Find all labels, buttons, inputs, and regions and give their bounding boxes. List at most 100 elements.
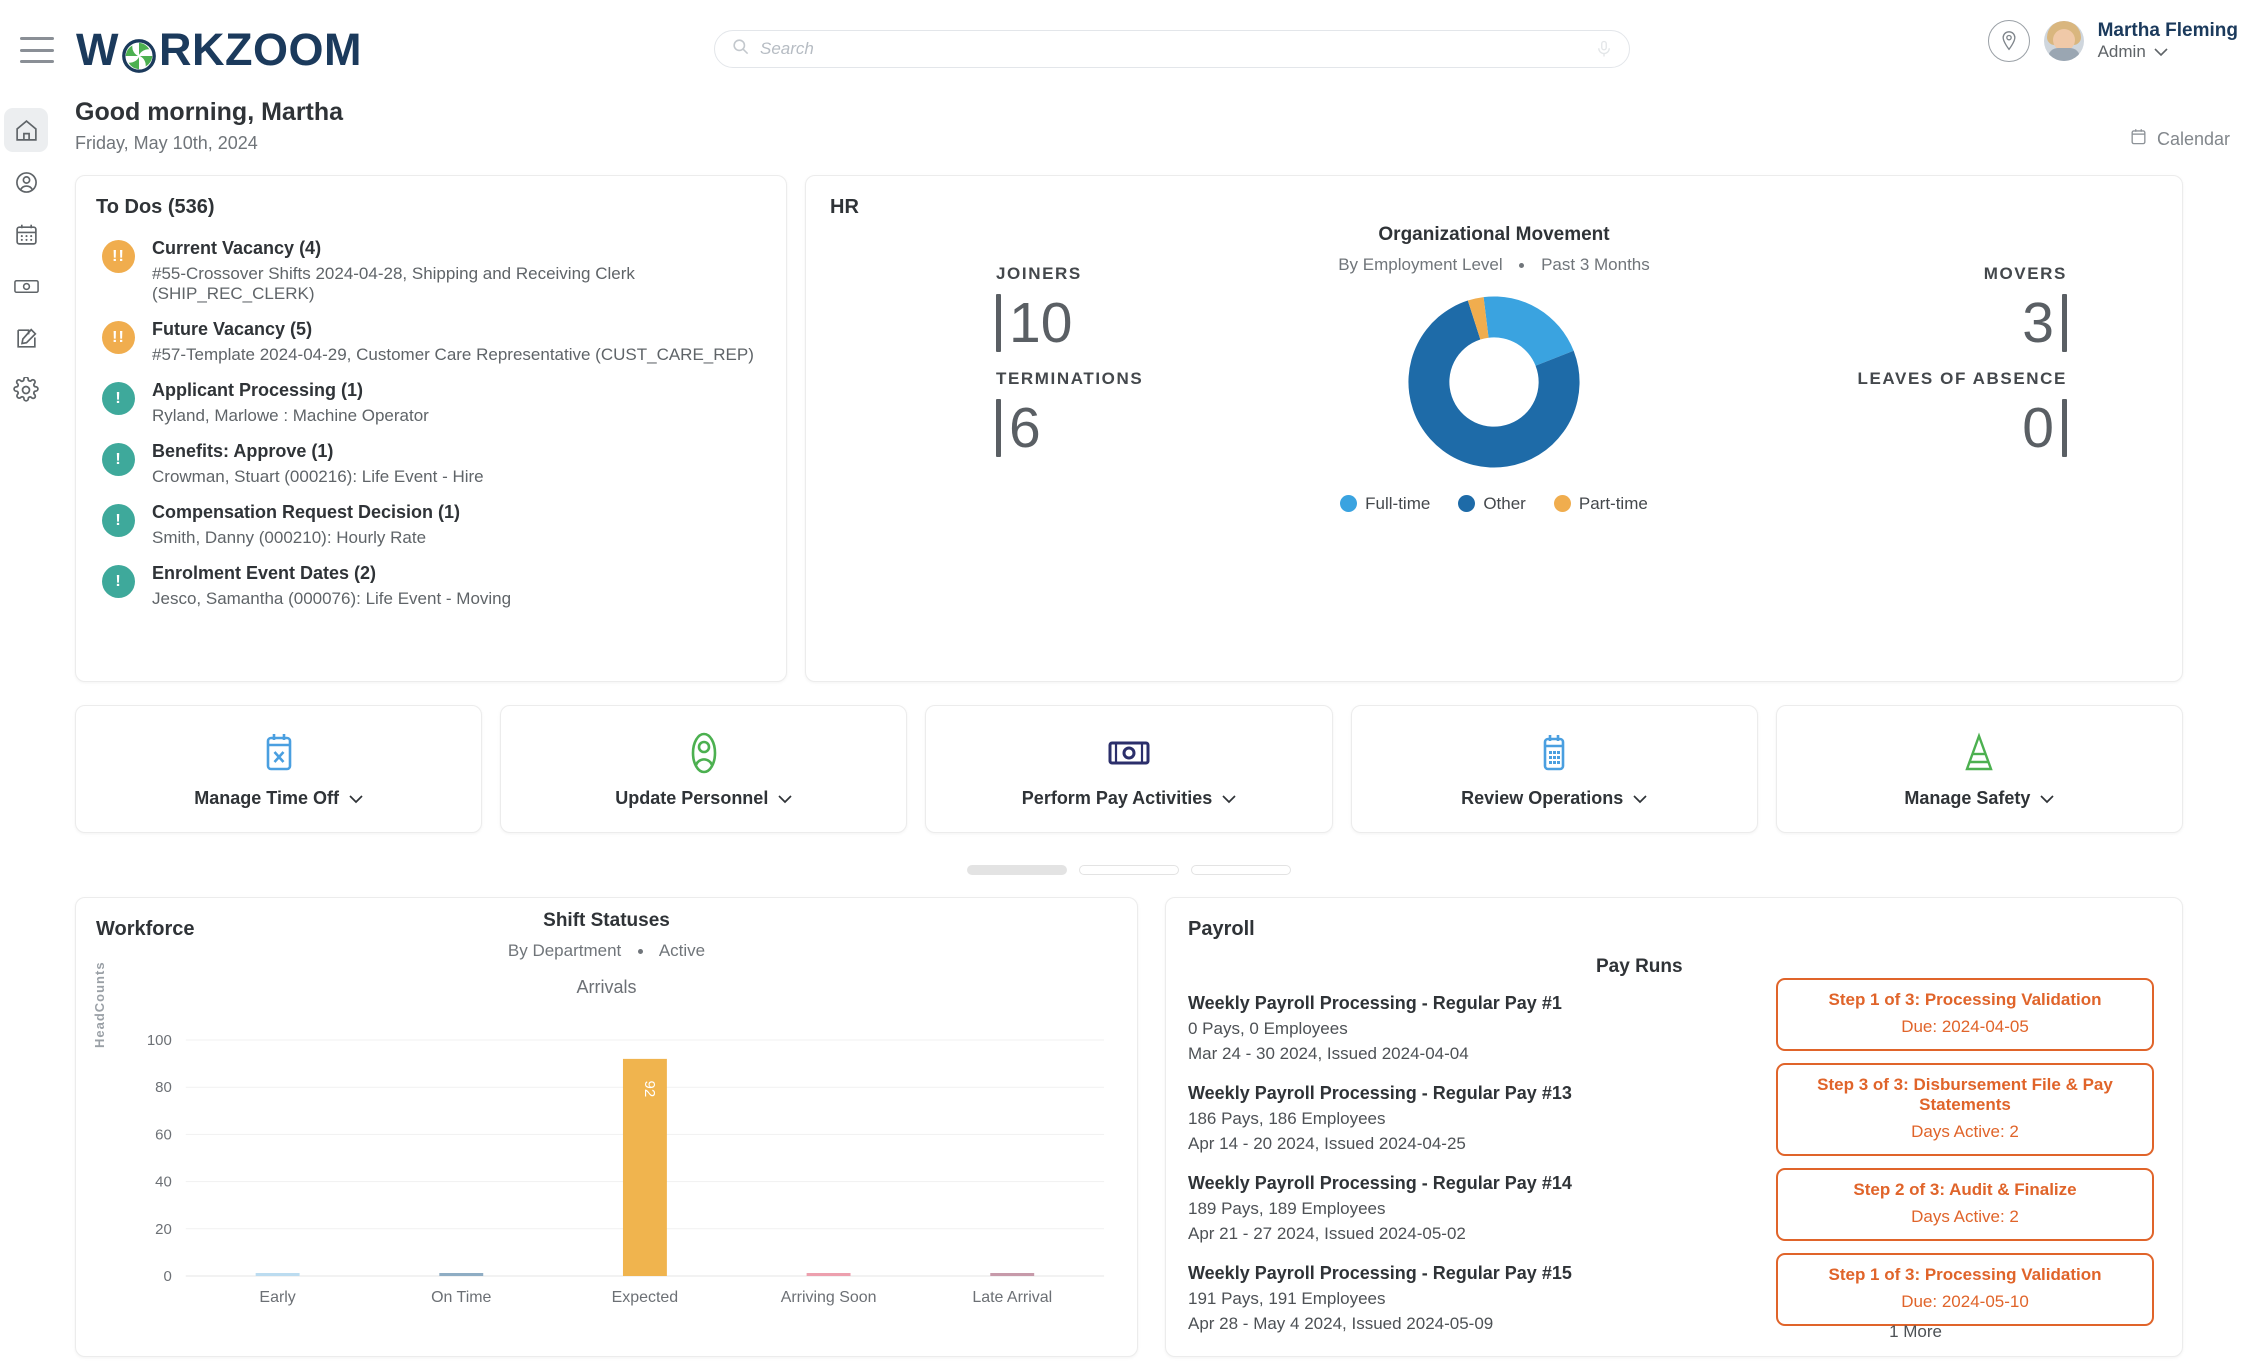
chart-subtitle-left: By Department xyxy=(507,941,622,960)
quick-action-review-operations[interactable]: Review Operations xyxy=(1350,705,1758,833)
bar-arriving-soon[interactable] xyxy=(806,1273,851,1276)
payroll-item[interactable]: Weekly Payroll Processing - Regular Pay … xyxy=(1188,1083,1618,1154)
quick-action-update-personnel[interactable]: Update Personnel xyxy=(500,705,908,833)
hamburger-icon[interactable] xyxy=(20,37,54,63)
shift-statuses-header: Shift Statuses By Department Active Arri… xyxy=(76,910,1137,998)
todo-item[interactable]: ! Benefits: Approve (1) Crowman, Stuart … xyxy=(102,441,772,487)
kpi-label: JOINERS xyxy=(996,264,1082,283)
kpi-label: MOVERS xyxy=(1983,264,2067,283)
kpi-rule xyxy=(996,294,1001,352)
todo-detail: Crowman, Stuart (000216): Life Event - H… xyxy=(152,467,484,486)
search-icon xyxy=(731,37,750,61)
chart-title: Shift Statuses xyxy=(543,910,670,931)
bar-early[interactable] xyxy=(255,1273,300,1276)
user-identity: Martha Fleming Admin xyxy=(2098,20,2238,62)
avatar[interactable] xyxy=(2043,21,2084,61)
top-bar: W RKZOOM Search Martha Fleming Admin xyxy=(0,0,2258,100)
search-bar[interactable] xyxy=(714,30,1630,68)
todo-item[interactable]: !! Current Vacancy (4) #55-Crossover Shi… xyxy=(102,238,772,304)
workzoom-logo[interactable]: W RKZOOM xyxy=(76,24,362,76)
chevron-down-icon[interactable] xyxy=(1222,788,1236,809)
pay-run-step[interactable]: Step 1 of 3: Processing Validation Due: … xyxy=(1776,978,2154,1051)
location-pin-icon[interactable] xyxy=(1987,20,2030,62)
todo-item[interactable]: ! Compensation Request Decision (1) Smit… xyxy=(102,502,772,548)
carousel-page-1[interactable] xyxy=(967,865,1067,875)
todos-title: To Dos (536) xyxy=(96,196,215,218)
bar-on-time[interactable] xyxy=(439,1273,484,1276)
hr-card: HR JOINERS 10 TERMINATIONS 6 MOVERS 3 LE… xyxy=(805,175,2183,682)
alert-badge-icon: ! xyxy=(102,443,135,476)
chevron-down-icon[interactable] xyxy=(1633,788,1647,809)
sidebar-item-calendar[interactable] xyxy=(4,212,48,256)
pay-runs-title: Pay Runs xyxy=(1596,956,1683,977)
user-name: Martha Fleming xyxy=(2097,20,2238,42)
kpi-value: 6 xyxy=(1009,395,1041,460)
pay-run-step[interactable]: Step 3 of 3: Disbursement File & Pay Sta… xyxy=(1776,1063,2154,1156)
payroll-title: Payroll xyxy=(1188,918,1255,940)
todo-title: Current Vacancy (4) xyxy=(152,238,322,258)
sidebar-item-payroll[interactable] xyxy=(4,264,48,308)
gear-icon xyxy=(13,377,39,402)
carousel-page-3[interactable] xyxy=(1191,865,1291,875)
user-menu[interactable]: Martha Fleming Admin xyxy=(1987,20,2238,62)
bar-late-arrival[interactable] xyxy=(990,1273,1035,1276)
sidebar-item-home[interactable] xyxy=(4,108,48,152)
payroll-item-period: Apr 14 - 20 2024, Issued 2024-04-25 xyxy=(1188,1134,1466,1153)
microphone-icon[interactable] xyxy=(1595,38,1613,60)
hr-content: JOINERS 10 TERMINATIONS 6 MOVERS 3 LEAVE… xyxy=(806,224,2182,666)
todo-title: Compensation Request Decision (1) xyxy=(152,502,461,522)
todo-detail: #55-Crossover Shifts 2024-04-28, Shippin… xyxy=(152,264,635,303)
payroll-item[interactable]: Weekly Payroll Processing - Regular Pay … xyxy=(1188,1263,1618,1334)
legend-swatch-icon xyxy=(1553,495,1571,512)
chevron-down-icon[interactable] xyxy=(2040,788,2055,809)
home-icon xyxy=(15,119,37,141)
person-icon xyxy=(689,730,719,776)
user-role-label: Admin xyxy=(2097,41,2146,61)
todos-card: To Dos (536) !! Current Vacancy (4) #55-… xyxy=(75,175,787,682)
pay-run-step[interactable]: Step 1 of 3: Processing Validation Due: … xyxy=(1776,1253,2154,1326)
todos-list: !! Current Vacancy (4) #55-Crossover Shi… xyxy=(102,238,772,624)
chevron-down-icon[interactable] xyxy=(349,788,363,809)
calendar-button[interactable]: Calendar xyxy=(2129,127,2230,151)
donut-slice-full-time[interactable] xyxy=(1483,296,1574,366)
quick-action-manage-time-off[interactable]: Manage Time Off xyxy=(75,705,483,833)
quick-action-label: Manage Safety xyxy=(1904,787,2031,808)
todo-item[interactable]: ! Enrolment Event Dates (2) Jesco, Saman… xyxy=(102,563,772,609)
sidebar-item-forms[interactable] xyxy=(4,316,48,360)
shift-statuses-bar-chart[interactable]: 0 20 40 60 80 100 Early On Time 92 Expected Arrivi… xyxy=(76,1026,1137,1346)
payroll-more-link[interactable]: 1 More xyxy=(1889,1322,1942,1342)
quick-action-label-wrap: Manage Safety xyxy=(1904,787,2055,809)
todo-item[interactable]: !! Future Vacancy (5) #57-Template 2024-… xyxy=(102,319,772,365)
chevron-down-icon[interactable] xyxy=(2154,42,2168,62)
carousel-pager xyxy=(967,865,1291,875)
quick-action-manage-safety[interactable]: Manage Safety xyxy=(1775,705,2184,833)
payroll-item-title: Weekly Payroll Processing - Regular Pay … xyxy=(1188,1173,1572,1193)
chart-subtitle-right: Active xyxy=(658,941,706,960)
user-role-wrap[interactable]: Admin xyxy=(2098,42,2238,62)
search-input[interactable] xyxy=(760,39,1595,59)
legend-item-part-time[interactable]: Part-time xyxy=(1553,494,1648,514)
todo-detail: #57-Template 2024-04-29, Customer Care R… xyxy=(152,345,754,364)
payroll-item[interactable]: Weekly Payroll Processing - Regular Pay … xyxy=(1188,1173,1618,1244)
payroll-item-counts: 189 Pays, 189 Employees xyxy=(1188,1199,1386,1218)
todo-item[interactable]: ! Applicant Processing (1) Ryland, Marlo… xyxy=(102,380,772,426)
payroll-item[interactable]: Weekly Payroll Processing - Regular Pay … xyxy=(1188,993,1618,1064)
sidebar xyxy=(0,100,52,1370)
legend-item-other[interactable]: Other xyxy=(1458,494,1526,514)
payroll-item-title: Weekly Payroll Processing - Regular Pay … xyxy=(1188,993,1562,1013)
legend-label: Other xyxy=(1483,494,1526,513)
donut-chart-svg[interactable] xyxy=(1401,289,1587,475)
dot-separator-icon xyxy=(1519,263,1525,269)
pay-run-step[interactable]: Step 2 of 3: Audit & Finalize Days Activ… xyxy=(1776,1168,2154,1241)
chart-subtitle: By Employment Level Past 3 Months xyxy=(1264,255,1724,275)
legend-item-full-time[interactable]: Full-time xyxy=(1340,494,1430,514)
todo-detail: Ryland, Marlowe : Machine Operator xyxy=(152,406,429,425)
sidebar-item-people[interactable] xyxy=(4,160,48,204)
quick-action-perform-pay-activities[interactable]: Perform Pay Activities xyxy=(925,705,1333,833)
chevron-down-icon[interactable] xyxy=(778,788,792,809)
carousel-page-2[interactable] xyxy=(1079,865,1179,875)
sidebar-item-settings[interactable] xyxy=(4,368,48,412)
todo-title: Future Vacancy (5) xyxy=(152,319,313,339)
page-title: Good morning, Martha xyxy=(75,98,344,126)
x-axis-tick: Late Arrival xyxy=(972,1289,1052,1306)
